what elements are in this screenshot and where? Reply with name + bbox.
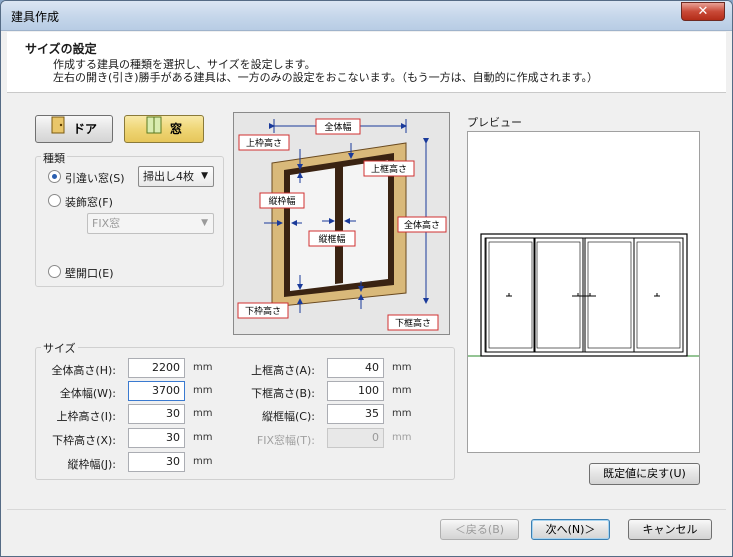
radio-wall-opening[interactable]: [48, 265, 61, 278]
dimension-diagram: 全体幅 上枠高さ 上框高さ 縦枠幅 全体高さ 縦框幅 下枠高さ 下框高さ: [233, 112, 450, 335]
page-title: サイズの設定: [25, 42, 97, 56]
preview-drawing: [468, 233, 699, 357]
lower-rail-height-label: 下框高さ(B):: [251, 387, 315, 400]
lower-frame-height-label: 下枠高さ(X):: [52, 434, 116, 447]
footer-divider: [7, 509, 726, 510]
radio-decorative-window-label: 装飾窓(F): [65, 196, 113, 209]
diagram-label-stile: 縦框幅: [308, 230, 356, 247]
upper-frame-height-unit: mm: [193, 408, 213, 419]
upper-frame-height-label: 上枠高さ(I):: [56, 410, 116, 423]
window-type-label: 窓: [169, 122, 182, 136]
fix-window-width-unit: mm: [392, 432, 412, 443]
diagram-label-stile-text: 縦框幅: [318, 233, 345, 245]
lower-rail-height-unit: mm: [392, 385, 412, 396]
diagram-label-upper-rail: 上框高さ: [363, 160, 415, 177]
radio-decorative-window[interactable]: [48, 194, 61, 207]
kind-group-label: 種類: [41, 150, 67, 166]
decorative-type-value: FIX窓: [92, 217, 121, 230]
diagram-label-upper-frame: 上枠高さ: [238, 134, 290, 151]
reset-defaults-button[interactable]: 既定値に戻す(U): [589, 463, 700, 485]
door-icon: [51, 116, 65, 143]
diagram-label-total-width-text: 全体幅: [324, 121, 351, 133]
diagram-label-total-width: 全体幅: [315, 118, 361, 135]
diagram-label-upper-rail-text: 上框高さ: [371, 163, 407, 175]
door-type-button[interactable]: ドア: [35, 115, 113, 143]
dialog-window: 建具作成 ✕ サイズの設定 作成する建具の種類を選択し、サイズを設定します。 左…: [0, 0, 733, 557]
upper-rail-height-input[interactable]: 40: [327, 358, 384, 378]
total-width-unit: mm: [193, 385, 213, 396]
diagram-label-total-height: 全体高さ: [397, 216, 447, 233]
diagram-label-side-frame-text: 縦枠幅: [268, 195, 295, 207]
sliding-type-value: 掃出し4枚: [143, 170, 194, 183]
radio-wall-opening-label: 壁開口(E): [65, 267, 114, 280]
side-frame-width-input[interactable]: 30: [128, 452, 185, 472]
lower-frame-height-unit: mm: [193, 432, 213, 443]
chevron-down-icon: ▼: [201, 218, 208, 228]
side-frame-width-unit: mm: [193, 456, 213, 467]
side-frame-width-label: 縦枠幅(J):: [67, 458, 116, 471]
total-width-input[interactable]: 3700: [128, 381, 185, 401]
upper-rail-height-label: 上框高さ(A):: [251, 364, 315, 377]
lower-rail-height-input[interactable]: 100: [327, 381, 384, 401]
radio-sliding-window-label: 引違い窓(S): [65, 172, 125, 185]
size-group-label: サイズ: [41, 340, 78, 356]
total-height-input[interactable]: 2200: [128, 358, 185, 378]
door-type-label: ドア: [72, 122, 97, 136]
upper-frame-height-input[interactable]: 30: [128, 404, 185, 424]
diagram-label-side-frame: 縦枠幅: [259, 192, 305, 209]
stile-width-unit: mm: [392, 408, 412, 419]
total-height-label: 全体高さ(H):: [51, 364, 116, 377]
window-type-button[interactable]: 窓: [124, 115, 204, 143]
preview-label: プレビュー: [467, 116, 522, 129]
diagram-label-lower-frame: 下枠高さ: [237, 302, 289, 319]
sliding-type-select[interactable]: 掃出し4枚 ▼: [138, 166, 214, 187]
diagram-label-total-height-text: 全体高さ: [404, 219, 440, 231]
total-width-label: 全体幅(W):: [59, 387, 116, 400]
total-height-unit: mm: [193, 362, 213, 373]
chevron-down-icon: ▼: [201, 171, 208, 181]
next-button[interactable]: 次へ(N)＞: [531, 519, 610, 540]
window-title: 建具作成: [11, 10, 60, 24]
fix-window-width-input[interactable]: 0: [327, 428, 384, 448]
fix-window-width-label: FIX窓幅(T):: [256, 434, 315, 447]
header-panel: サイズの設定 作成する建具の種類を選択し、サイズを設定します。 左右の開き(引き…: [7, 32, 726, 93]
preview-pane: [467, 131, 700, 453]
diagram-label-upper-frame-text: 上枠高さ: [246, 137, 282, 149]
title-bar: 建具作成 ✕: [1, 1, 732, 31]
back-button[interactable]: ＜戻る(B): [440, 519, 519, 540]
diagram-label-lower-rail: 下框高さ: [387, 314, 439, 331]
window-icon: [146, 116, 162, 143]
lower-frame-height-input[interactable]: 30: [128, 428, 185, 448]
decorative-type-select[interactable]: FIX窓 ▼: [87, 213, 214, 234]
close-button[interactable]: ✕: [681, 2, 725, 21]
diagram-label-lower-rail-text: 下框高さ: [395, 317, 431, 329]
diagram-label-lower-frame-text: 下枠高さ: [245, 305, 281, 317]
cancel-button[interactable]: キャンセル: [628, 519, 712, 540]
radio-sliding-window[interactable]: [48, 170, 61, 183]
stile-width-label: 縦框幅(C):: [262, 410, 315, 423]
description-line-2: 左右の開き(引き)勝手がある建具は、一方のみの設定をおこないます。（もう一方は、…: [53, 71, 599, 84]
stile-width-input[interactable]: 35: [327, 404, 384, 424]
upper-rail-height-unit: mm: [392, 362, 412, 373]
